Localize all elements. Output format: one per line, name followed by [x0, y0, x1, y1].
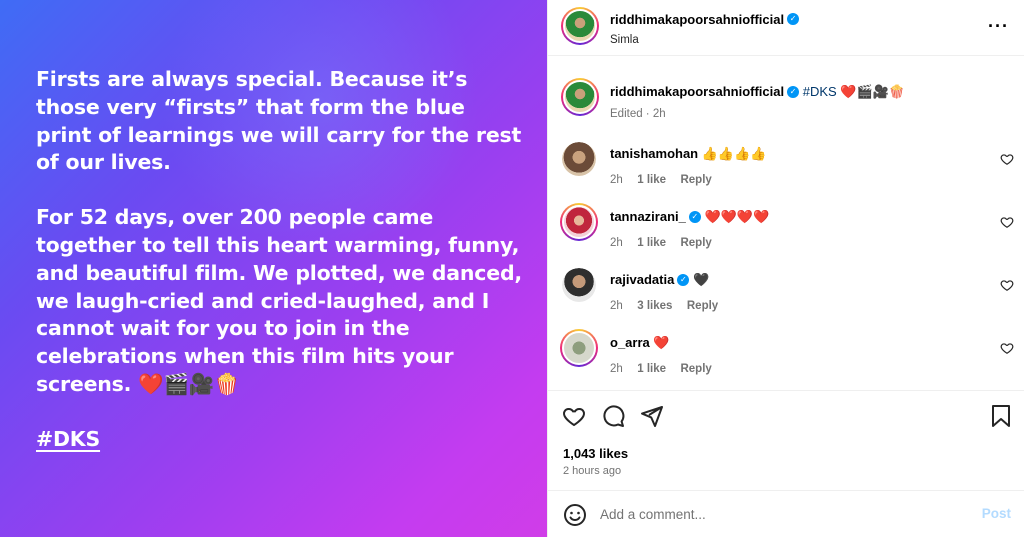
comment-text: ❤️❤️❤️❤️ [704, 210, 770, 225]
reply-button[interactable]: Reply [680, 237, 711, 249]
commenter-username[interactable]: tannazirani_ [610, 209, 686, 224]
comment-likes[interactable]: 1 like [637, 174, 666, 186]
commenter-avatar[interactable] [562, 268, 596, 302]
image-paragraph-1: Firsts are always special. Because it’s … [36, 67, 522, 175]
comment-meta: 2h 1 like Reply [610, 170, 712, 188]
like-comment-icon[interactable] [1000, 152, 1014, 166]
comment-bubble-icon[interactable] [601, 404, 625, 428]
post-image[interactable]: Firsts are always special. Because it’s … [0, 0, 547, 537]
image-hashtag: #DKS [36, 426, 101, 451]
caption-avatar[interactable] [561, 78, 599, 116]
comment-body: rajivadatia ✓ 🖤 [610, 272, 709, 288]
post-location[interactable]: Simla [610, 34, 799, 46]
likes-count[interactable]: 1,043 likes [563, 446, 628, 461]
comment-likes[interactable]: 3 likes [637, 300, 672, 312]
author-username[interactable]: riddhimakapoorsahniofficial [610, 12, 784, 27]
emoji-smiley-icon[interactable] [563, 503, 587, 527]
commenter-username[interactable]: tanishamohan [610, 146, 698, 161]
comment-body: o_arra ❤️ [610, 335, 670, 351]
comment-meta: 2h 1 like Reply [610, 359, 712, 377]
comment-text: 🖤 [692, 273, 710, 288]
post-side-panel: riddhimakapoorsahniofficial ✓ Simla ··· r… [547, 0, 1024, 537]
caption-hashtag[interactable]: #DKS [803, 84, 837, 99]
verified-badge-icon: ✓ [787, 12, 800, 25]
reply-button[interactable]: Reply [680, 174, 711, 186]
comment-item: tannazirani_ ✓ ❤️❤️❤️❤️ 2h 1 like Reply [548, 203, 1024, 253]
commenter-avatar[interactable] [560, 203, 598, 241]
author-avatar[interactable] [561, 7, 599, 45]
comment-item: rajivadatia ✓ 🖤 2h 3 likes Reply [548, 266, 1024, 316]
post-header: riddhimakapoorsahniofficial ✓ Simla ··· [548, 0, 1024, 56]
comment-text: ❤️ [653, 336, 670, 351]
post-comment-button[interactable]: Post [982, 506, 1011, 521]
verified-badge-icon: ✓ [677, 273, 690, 286]
save-bookmark-icon[interactable] [990, 404, 1012, 428]
caption-emojis: ❤️🎬🎥🍿 [840, 85, 906, 100]
add-comment-input[interactable] [600, 503, 960, 525]
image-text-block: Firsts are always special. Because it’s … [36, 66, 526, 454]
post-time[interactable]: 2 hours ago [563, 465, 621, 477]
comment-text: 👍👍👍👍 [701, 147, 767, 162]
comment-time: 2h [610, 174, 623, 186]
add-comment-bar: Post [548, 490, 1024, 537]
verified-badge-icon: ✓ [688, 210, 701, 223]
comment-time: 2h [610, 363, 623, 375]
reply-button[interactable]: Reply [687, 300, 718, 312]
like-heart-icon[interactable] [562, 404, 586, 428]
caption-username[interactable]: riddhimakapoorsahniofficial [610, 84, 784, 99]
verified-badge-icon: ✓ [787, 85, 800, 98]
caption-row: riddhimakapoorsahniofficial ✓ #DKS ❤️🎬🎥🍿 … [548, 76, 1024, 126]
like-comment-icon[interactable] [1000, 215, 1014, 229]
comment-body: tanishamohan 👍👍👍👍 [610, 146, 767, 162]
comment-body: tannazirani_ ✓ ❤️❤️❤️❤️ [610, 209, 769, 225]
comment-meta: 2h 3 likes Reply [610, 296, 718, 314]
post-actions: 1,043 likes 2 hours ago [548, 390, 1024, 490]
comment-item: tanishamohan 👍👍👍👍 2h 1 like Reply [548, 140, 1024, 190]
comment-likes[interactable]: 1 like [637, 237, 666, 249]
comment-likes[interactable]: 1 like [637, 363, 666, 375]
commenter-username[interactable]: rajivadatia [610, 272, 674, 287]
more-options-icon[interactable]: ··· [988, 16, 1009, 37]
commenter-avatar[interactable] [560, 329, 598, 367]
comment-time: 2h [610, 237, 623, 249]
caption-text: riddhimakapoorsahniofficial ✓ #DKS ❤️🎬🎥🍿 [610, 84, 905, 100]
commenter-avatar[interactable] [562, 142, 596, 176]
share-send-icon[interactable] [640, 404, 664, 428]
like-comment-icon[interactable] [1000, 278, 1014, 292]
author-info: riddhimakapoorsahniofficial ✓ Simla [610, 11, 800, 46]
comment-item: o_arra ❤️ 2h 1 like Reply [548, 329, 1024, 379]
caption-meta: Edited · 2h [610, 108, 666, 120]
comment-meta: 2h 1 like Reply [610, 233, 712, 251]
like-comment-icon[interactable] [1000, 341, 1014, 355]
comment-time: 2h [610, 300, 623, 312]
reply-button[interactable]: Reply [680, 363, 711, 375]
commenter-username[interactable]: o_arra [610, 335, 650, 350]
image-paragraph-2: For 52 days, over 200 people came togeth… [36, 205, 523, 396]
